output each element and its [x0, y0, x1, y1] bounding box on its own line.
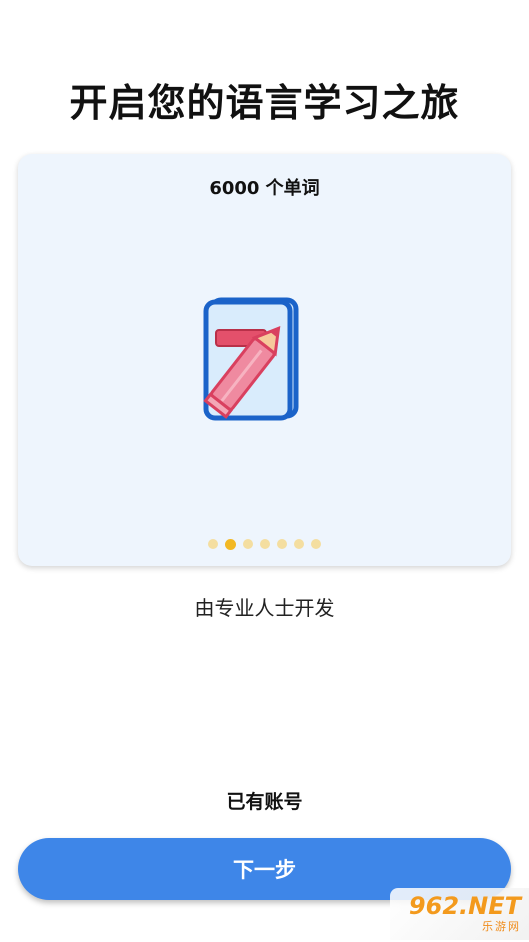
pagination-dots: [18, 538, 511, 550]
notebook-pencil-icon: [203, 297, 299, 421]
pagination-dot[interactable]: [243, 539, 253, 549]
pagination-dot[interactable]: [277, 539, 287, 549]
watermark-logo: 962.NET 乐游网: [390, 888, 529, 940]
pagination-dot[interactable]: [208, 539, 218, 549]
watermark-sub: 乐游网: [482, 920, 521, 933]
page-title: 开启您的语言学习之旅: [69, 81, 460, 125]
pagination-dot[interactable]: [260, 539, 270, 549]
card-caption: 6000 个单词: [209, 178, 320, 199]
pagination-dot[interactable]: [294, 539, 304, 549]
onboarding-card[interactable]: 6000 个单词: [18, 154, 511, 566]
existing-account-link[interactable]: 已有账号: [0, 787, 529, 814]
pagination-dot-active[interactable]: [225, 538, 236, 550]
feature-subtitle: 由专业人士开发: [194, 596, 335, 620]
watermark-main: 962.NET: [408, 892, 521, 920]
pagination-dot[interactable]: [311, 539, 321, 549]
